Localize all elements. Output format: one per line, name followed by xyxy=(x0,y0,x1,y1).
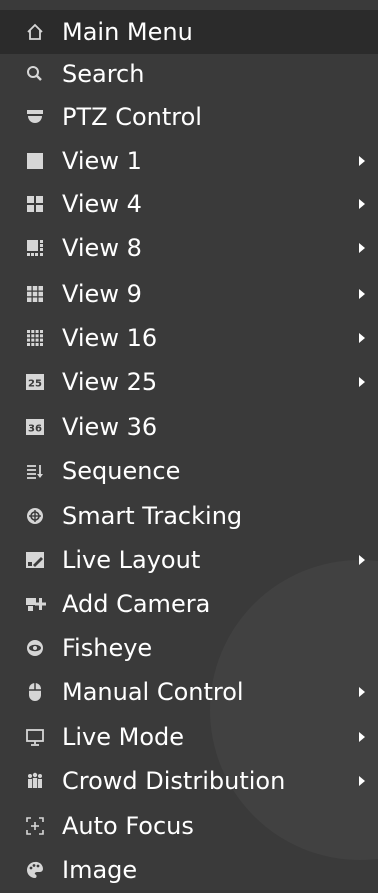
home-icon xyxy=(24,21,46,43)
ptz-camera-icon xyxy=(24,106,46,128)
menu-item-label: Manual Control xyxy=(62,678,244,706)
menu-item-sequence[interactable]: Sequence xyxy=(0,449,378,493)
view-4-icon xyxy=(24,193,46,215)
view-36-icon-text: 36 xyxy=(28,424,42,435)
search-icon xyxy=(24,63,46,85)
menu-item-crowd-distribution[interactable]: Crowd Distribution xyxy=(0,759,378,803)
live-layout-icon xyxy=(24,549,46,571)
sequence-icon xyxy=(24,460,46,482)
menu-item-label: Sequence xyxy=(62,457,181,485)
menu-item-smart-tracking[interactable]: Smart Tracking xyxy=(0,494,378,538)
mouse-icon xyxy=(24,681,46,703)
auto-focus-icon xyxy=(24,815,46,837)
menu-item-view-9[interactable]: View 9 xyxy=(0,272,378,316)
context-menu: Main Menu Search PTZ Control View 1 View… xyxy=(0,0,378,893)
menu-item-label: View 16 xyxy=(62,324,158,352)
menu-item-view-1[interactable]: View 1 xyxy=(0,139,378,183)
submenu-arrow-icon xyxy=(356,686,368,698)
view-8-icon xyxy=(24,237,46,259)
view-9-icon xyxy=(24,283,46,305)
menu-item-view-16[interactable]: View 16 xyxy=(0,316,378,360)
menu-item-label: Live Layout xyxy=(62,546,201,574)
submenu-arrow-icon xyxy=(356,198,368,210)
menu-item-label: Fisheye xyxy=(62,634,153,662)
menu-item-label: Live Mode xyxy=(62,723,185,751)
menu-item-label: View 4 xyxy=(62,190,142,218)
menu-item-image[interactable]: Image xyxy=(0,848,378,892)
menu-item-label: Add Camera xyxy=(62,590,211,618)
menu-item-auto-focus[interactable]: Auto Focus xyxy=(0,804,378,848)
menu-item-main-menu[interactable]: Main Menu xyxy=(0,10,378,54)
menu-item-ptz-control[interactable]: PTZ Control xyxy=(0,95,378,139)
submenu-arrow-icon xyxy=(356,554,368,566)
submenu-arrow-icon xyxy=(356,155,368,167)
submenu-arrow-icon xyxy=(356,332,368,344)
menu-item-view-8[interactable]: View 8 xyxy=(0,226,378,270)
view-25-icon: 25 xyxy=(24,371,46,393)
add-camera-icon xyxy=(24,593,46,615)
menu-item-view-36[interactable]: 36 View 36 xyxy=(0,405,378,449)
monitor-icon xyxy=(24,726,46,748)
view-25-icon-text: 25 xyxy=(28,379,42,390)
menu-item-label: View 25 xyxy=(62,368,158,396)
submenu-arrow-icon xyxy=(356,288,368,300)
menu-item-label: View 9 xyxy=(62,280,142,308)
menu-item-label: Smart Tracking xyxy=(62,502,243,530)
menu-item-label: Search xyxy=(62,60,145,88)
menu-item-label: PTZ Control xyxy=(62,103,202,131)
fisheye-icon xyxy=(24,637,46,659)
menu-item-add-camera[interactable]: Add Camera xyxy=(0,582,378,626)
submenu-arrow-icon xyxy=(356,775,368,787)
palette-icon xyxy=(24,859,46,881)
submenu-arrow-icon xyxy=(356,242,368,254)
menu-item-fisheye[interactable]: Fisheye xyxy=(0,626,378,670)
smart-tracking-icon xyxy=(24,505,46,527)
menu-item-label: Main Menu xyxy=(62,18,193,46)
menu-item-live-layout[interactable]: Live Layout xyxy=(0,538,378,582)
view-16-icon xyxy=(24,327,46,349)
menu-item-live-mode[interactable]: Live Mode xyxy=(0,715,378,759)
menu-item-label: Image xyxy=(62,856,138,884)
crowd-icon xyxy=(24,770,46,792)
submenu-arrow-icon xyxy=(356,376,368,388)
menu-item-view-25[interactable]: 25 View 25 xyxy=(0,360,378,404)
menu-item-label: View 1 xyxy=(62,147,142,175)
view-36-icon: 36 xyxy=(24,416,46,438)
menu-item-label: View 8 xyxy=(62,234,142,262)
menu-item-label: Auto Focus xyxy=(62,812,194,840)
menu-item-label: Crowd Distribution xyxy=(62,767,286,795)
menu-item-manual-control[interactable]: Manual Control xyxy=(0,670,378,714)
submenu-arrow-icon xyxy=(356,731,368,743)
menu-item-view-4[interactable]: View 4 xyxy=(0,182,378,226)
view-1-icon xyxy=(24,150,46,172)
menu-item-search[interactable]: Search xyxy=(0,52,378,96)
menu-item-label: View 36 xyxy=(62,413,158,441)
